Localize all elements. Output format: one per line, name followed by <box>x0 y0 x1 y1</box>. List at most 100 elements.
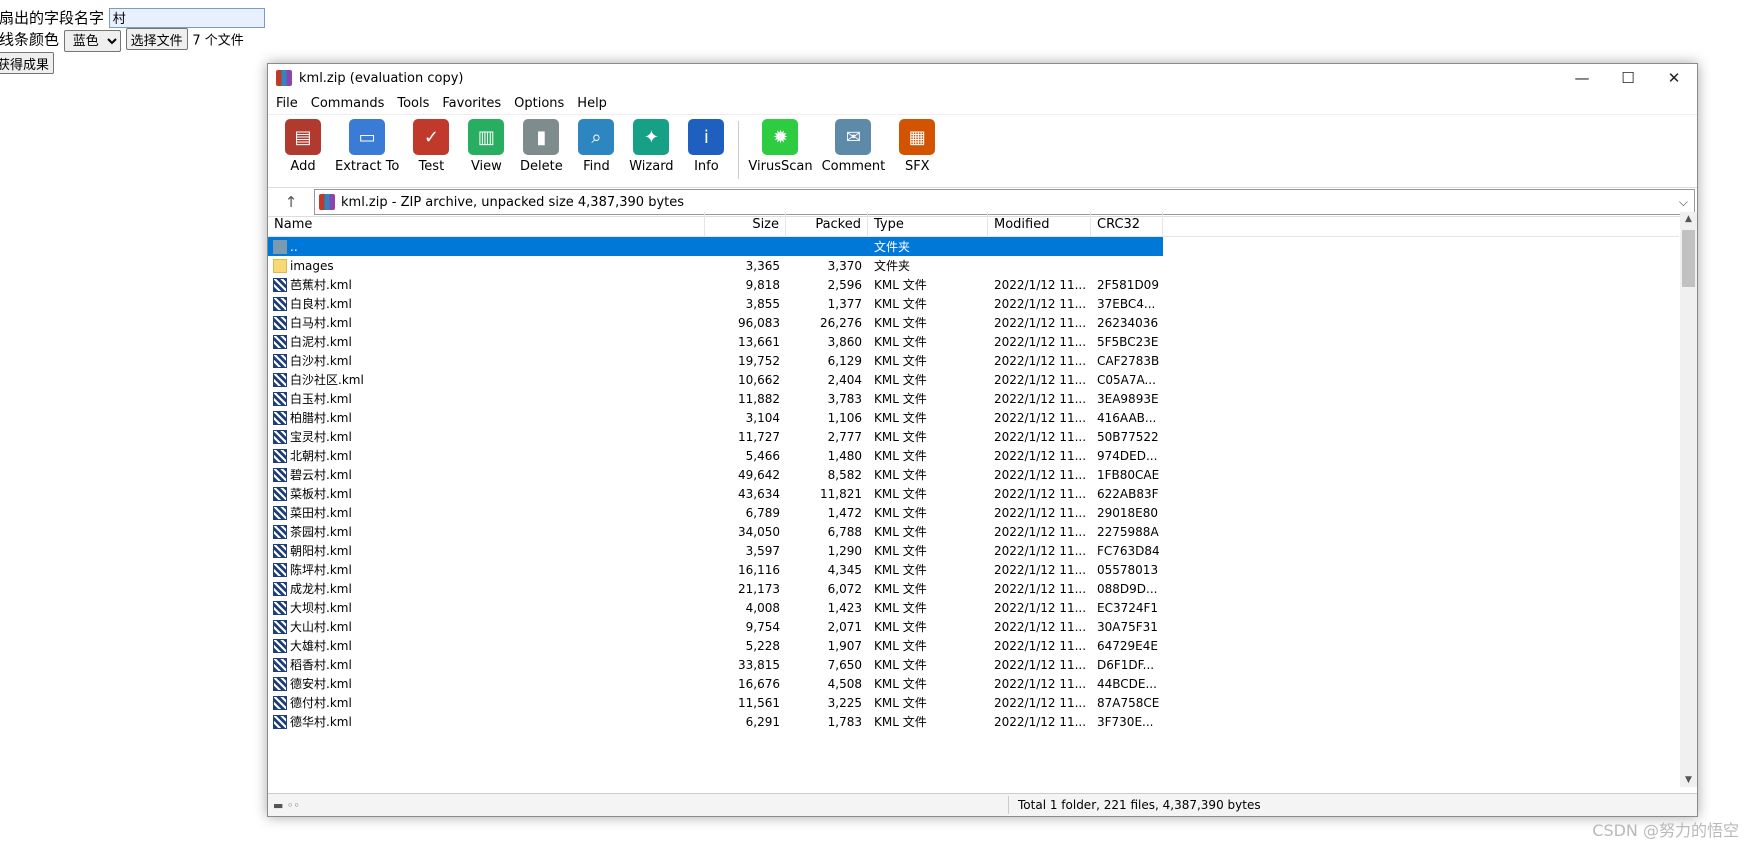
table-row[interactable]: 宝灵村.kml 11,727 2,777 KML 文件 2022/1/12 11... 5… <box>268 427 1679 446</box>
scroll-down-icon[interactable]: ▼ <box>1680 775 1697 785</box>
cell-size: 16,116 <box>738 562 780 577</box>
toolbar-extract-to-button[interactable]: ▭ Extract To <box>335 119 399 174</box>
field-name-input[interactable] <box>108 7 265 28</box>
table-row[interactable]: 德华村.kml 6,291 1,783 KML 文件 2022/1/12 11... 3F… <box>268 712 1679 731</box>
scroll-thumb[interactable] <box>1682 230 1695 287</box>
maximize-button[interactable]: ☐ <box>1605 64 1651 92</box>
cell-modified: 2022/1/12 11... <box>994 695 1087 710</box>
cell-type: KML 文件 <box>874 278 927 292</box>
menu-options[interactable]: Options <box>508 96 571 111</box>
table-row[interactable]: 白玉村.kml 11,882 3,783 KML 文件 2022/1/12 11... 3… <box>268 389 1679 408</box>
col-modified[interactable]: Modified <box>988 212 1091 236</box>
color-select[interactable]: 蓝色 <box>63 30 121 52</box>
table-row[interactable]: .. 文件夹 <box>268 237 1163 256</box>
scroll-up-icon[interactable]: ▲ <box>1680 214 1697 224</box>
field-row: 要扇出的字段名字 <box>0 7 265 28</box>
cell-type: KML 文件 <box>874 696 927 710</box>
cell-crc: FC763D84 <box>1097 543 1160 558</box>
cell-type: KML 文件 <box>874 582 927 596</box>
table-row[interactable]: 菜板村.kml 43,634 11,821 KML 文件 2022/1/12 11...… <box>268 484 1679 503</box>
toolbar-view-button[interactable]: ▥ View <box>463 119 509 174</box>
col-type[interactable]: Type <box>868 212 988 236</box>
cell-size: 9,818 <box>745 277 780 292</box>
table-row[interactable]: 白沙社区.kml 10,662 2,404 KML 文件 2022/1/12 11...… <box>268 370 1679 389</box>
table-row[interactable]: 白泥村.kml 13,661 3,860 KML 文件 2022/1/12 11... 5… <box>268 332 1679 351</box>
chevron-down-icon[interactable]: ⌵ <box>1679 195 1694 210</box>
address-text: kml.zip - ZIP archive, unpacked size 4,3… <box>341 194 685 210</box>
table-row[interactable]: 柏腊村.kml 3,104 1,106 KML 文件 2022/1/12 11... 41… <box>268 408 1679 427</box>
cell-packed: 1,290 <box>827 543 862 558</box>
color-row: 的线条颜色 蓝色 选择文件 7 个文件 <box>0 28 244 52</box>
table-row[interactable]: 大坝村.kml 4,008 1,423 KML 文件 2022/1/12 11... EC… <box>268 598 1679 617</box>
table-row[interactable]: 朝阳村.kml 3,597 1,290 KML 文件 2022/1/12 11... FC… <box>268 541 1679 560</box>
table-row[interactable]: 白马村.kml 96,083 26,276 KML 文件 2022/1/12 11...… <box>268 313 1679 332</box>
table-row[interactable]: 德付村.kml 11,561 3,225 KML 文件 2022/1/12 11... 8… <box>268 693 1679 712</box>
file-name: 宝灵村.kml <box>290 430 352 444</box>
menu-file[interactable]: File <box>270 96 305 111</box>
table-row[interactable]: 北朝村.kml 5,466 1,480 KML 文件 2022/1/12 11... 97… <box>268 446 1679 465</box>
table-row[interactable]: 陈坪村.kml 16,116 4,345 KML 文件 2022/1/12 11... 0… <box>268 560 1679 579</box>
table-row[interactable]: 碧云村.kml 49,642 8,582 KML 文件 2022/1/12 11... 1… <box>268 465 1679 484</box>
close-button[interactable]: ✕ <box>1651 64 1697 92</box>
title-bar[interactable]: kml.zip (evaluation copy) — ☐ ✕ <box>268 64 1697 92</box>
table-row[interactable]: 德安村.kml 16,676 4,508 KML 文件 2022/1/12 11... 4… <box>268 674 1679 693</box>
choose-file-button[interactable]: 选择文件 <box>125 28 188 50</box>
toolbar-label: Test <box>418 159 445 174</box>
toolbar-test-button[interactable]: ✓ Test <box>408 119 454 174</box>
col-packed[interactable]: Packed <box>786 212 868 236</box>
cell-modified: 2022/1/12 11... <box>994 391 1087 406</box>
table-row[interactable]: 稻香村.kml 33,815 7,650 KML 文件 2022/1/12 11... D… <box>268 655 1679 674</box>
color-label: 的线条颜色 <box>0 30 60 49</box>
menu-bar: File Commands Tools Favorites Options He… <box>268 92 1697 114</box>
table-row[interactable]: 白沙村.kml 19,752 6,129 KML 文件 2022/1/12 11... C… <box>268 351 1679 370</box>
wizard-icon: ✦ <box>633 119 670 155</box>
col-size[interactable]: Size <box>705 212 786 236</box>
cell-name: 大山村.kml <box>268 618 705 635</box>
toolbar-label: Find <box>583 159 610 174</box>
menu-commands[interactable]: Commands <box>305 96 392 111</box>
status-icons[interactable]: ▬ ◦◦ <box>268 799 1008 812</box>
cell-name: 白良村.kml <box>268 295 705 312</box>
table-row[interactable]: 芭蕉村.kml 9,818 2,596 KML 文件 2022/1/12 11... 2F… <box>268 275 1679 294</box>
toolbar-sfx-button[interactable]: ▦ SFX <box>894 119 940 174</box>
table-row[interactable]: 白良村.kml 3,855 1,377 KML 文件 2022/1/12 11... 37… <box>268 294 1679 313</box>
extract-icon: ▭ <box>349 119 386 155</box>
find-icon: ⌕ <box>578 119 615 155</box>
minimize-button[interactable]: — <box>1559 64 1605 92</box>
sort-indicator-icon: ^ <box>490 212 498 215</box>
cell-name: 北朝村.kml <box>268 447 705 464</box>
toolbar-info-button[interactable]: i Info <box>683 119 729 174</box>
table-row[interactable]: 大山村.kml 9,754 2,071 KML 文件 2022/1/12 11... 30… <box>268 617 1679 636</box>
up-arrow-icon[interactable]: ↑ <box>268 193 314 211</box>
toolbar-wizard-button[interactable]: ✦ Wizard <box>628 119 674 174</box>
cell-name: 成龙村.kml <box>268 580 705 597</box>
col-name[interactable]: Name <box>268 212 705 236</box>
toolbar-add-button[interactable]: ▤ Add <box>280 119 326 174</box>
toolbar-find-button[interactable]: ⌕ Find <box>573 119 619 174</box>
toolbar-virusscan-button[interactable]: ✹ VirusScan <box>748 119 813 174</box>
table-row[interactable]: images 3,365 3,370 文件夹 <box>268 256 1679 275</box>
vertical-scrollbar[interactable]: ▲ ▼ <box>1680 212 1697 787</box>
kml-file-icon <box>273 296 287 311</box>
cell-packed: 6,072 <box>827 581 862 596</box>
cell-modified: 2022/1/12 11... <box>994 600 1087 615</box>
submit-button[interactable]: 获得成果 <box>0 52 55 74</box>
cell-crc: 974DED... <box>1097 448 1158 463</box>
cell-crc: 1FB80CAE <box>1097 467 1160 482</box>
menu-tools[interactable]: Tools <box>391 96 436 111</box>
table-row[interactable]: 茶园村.kml 34,050 6,788 KML 文件 2022/1/12 11... 2… <box>268 522 1679 541</box>
cell-name: 白泥村.kml <box>268 333 705 350</box>
table-row[interactable]: 成龙村.kml 21,173 6,072 KML 文件 2022/1/12 11... 0… <box>268 579 1679 598</box>
menu-help[interactable]: Help <box>571 96 614 111</box>
toolbar-comment-button[interactable]: ✉ Comment <box>822 119 885 174</box>
cell-name: 菜田村.kml <box>268 504 705 521</box>
toolbar-label: SFX <box>904 159 930 174</box>
menu-favorites[interactable]: Favorites <box>436 96 508 111</box>
table-row[interactable]: 大雄村.kml 5,228 1,907 KML 文件 2022/1/12 11... 64… <box>268 636 1679 655</box>
cell-name: 白玉村.kml <box>268 390 705 407</box>
file-name: 北朝村.kml <box>290 449 352 463</box>
cell-type: KML 文件 <box>874 525 927 539</box>
col-crc32[interactable]: CRC32 <box>1091 212 1163 236</box>
toolbar-delete-button[interactable]: ▮ Delete <box>518 119 564 174</box>
table-row[interactable]: 菜田村.kml 6,789 1,472 KML 文件 2022/1/12 11... 29… <box>268 503 1679 522</box>
